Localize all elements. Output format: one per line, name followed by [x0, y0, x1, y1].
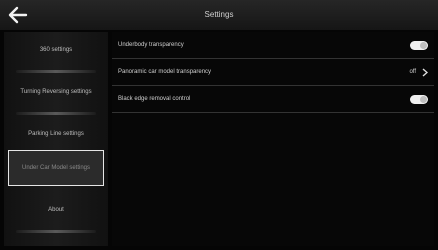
setting-label: Black edge removal control — [118, 96, 191, 102]
setting-row-underbody-transparency[interactable]: Underbody transparency — [112, 32, 434, 58]
top-bar: Settings — [0, 0, 438, 30]
sidebar-item-360-settings[interactable]: 360 settings — [4, 32, 108, 68]
sidebar-item-label: Under Car Model settings — [21, 165, 91, 171]
setting-label: Underbody transparency — [118, 42, 184, 48]
divider — [16, 112, 96, 115]
underbody-transparency-toggle[interactable] — [410, 40, 428, 50]
setting-row-panoramic-car-model-transparency[interactable]: Panoramic car model transparency off — [112, 59, 434, 85]
sidebar-item-label: Parking Line settings — [28, 131, 84, 137]
sidebar-item-turning-reversing-settings[interactable]: Turning Reversing settings — [4, 74, 108, 110]
toggle-knob — [420, 41, 427, 49]
divider — [16, 230, 96, 233]
divider — [112, 112, 434, 113]
sidebar-item-about[interactable]: About — [4, 192, 108, 228]
chevron-right-icon[interactable] — [422, 67, 428, 77]
setting-label: Panoramic car model transparency — [118, 69, 212, 75]
setting-row-black-edge-removal-control[interactable]: Black edge removal control — [112, 86, 434, 112]
settings-panel: Underbody transparency Panoramic car mod… — [112, 32, 434, 246]
page-title: Settings — [204, 10, 234, 19]
setting-value: off — [409, 69, 416, 75]
sidebar: 360 settings Turning Reversing settings … — [4, 32, 108, 246]
sidebar-item-label: About — [48, 207, 64, 213]
sidebar-item-label: Turning Reversing settings — [20, 89, 92, 95]
black-edge-removal-toggle[interactable] — [410, 94, 428, 104]
sidebar-item-under-car-model-settings[interactable]: Under Car Model settings — [8, 150, 104, 186]
sidebar-item-label: 360 settings — [39, 47, 73, 53]
toggle-knob — [420, 95, 427, 103]
divider — [16, 70, 96, 73]
sidebar-item-parking-line-settings[interactable]: Parking Line settings — [4, 116, 108, 152]
